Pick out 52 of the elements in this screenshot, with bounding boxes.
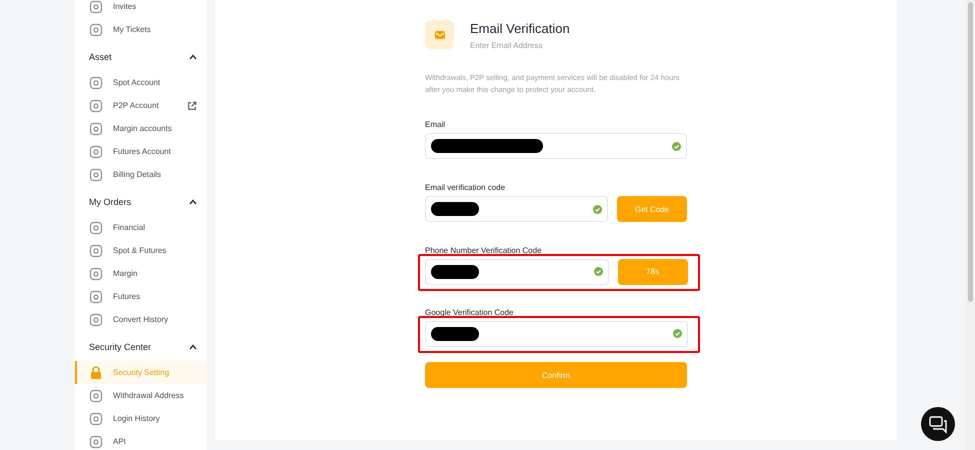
- outline-icon: [89, 144, 103, 158]
- scrollbar[interactable]: [966, 0, 975, 450]
- outline-icon: [89, 412, 103, 426]
- sidebar-item[interactable]: Convert History: [75, 308, 207, 331]
- sidebar-item[interactable]: Futures: [75, 285, 207, 308]
- sidebar-item[interactable]: Futures Account: [75, 140, 207, 163]
- input-field[interactable]: [424, 258, 608, 284]
- outline-icon: [89, 312, 103, 326]
- outline-icon: [89, 220, 103, 234]
- chevron-icon[interactable]: [189, 54, 197, 60]
- sidebar-item[interactable]: Invites: [75, 0, 207, 18]
- section-header[interactable]: Security Center: [89, 342, 152, 352]
- outline-icon: [89, 266, 103, 280]
- external-link-icon[interactable]: [187, 100, 197, 110]
- form-title: Email Verification: [470, 21, 570, 36]
- outline-icon: [89, 290, 103, 304]
- chevron-icon[interactable]: [189, 198, 197, 204]
- form-subtitle: Enter Email Address: [470, 41, 544, 50]
- input-field[interactable]: [425, 133, 687, 159]
- sidebar-item[interactable]: Withdrawal Address: [75, 384, 207, 407]
- section-header[interactable]: Asset: [89, 52, 112, 62]
- outline-icon: [89, 244, 103, 258]
- outline-icon: [89, 98, 103, 112]
- chevron-icon[interactable]: [189, 344, 197, 350]
- lock-icon: [89, 366, 103, 380]
- sidebar-item[interactable]: Margin accounts: [75, 117, 207, 140]
- sidebar-item[interactable]: My Tickets: [75, 18, 207, 41]
- outline-icon: [89, 76, 103, 90]
- chat-icon: [928, 414, 948, 434]
- email-icon: [425, 20, 454, 49]
- sidebar-item[interactable]: Billing Details: [75, 163, 207, 186]
- field-label: Email verification code: [425, 183, 506, 194]
- outline-icon: [89, 0, 103, 14]
- sidebar-item[interactable]: Spot Account: [75, 71, 207, 94]
- outline-icon: [89, 168, 103, 182]
- sidebar-item[interactable]: Login History: [75, 407, 207, 430]
- input-field[interactable]: [424, 320, 688, 346]
- outline-icon: [89, 434, 103, 448]
- sidebar-item[interactable]: Spot & Futures: [75, 239, 207, 262]
- sidebar-item[interactable]: Margin: [75, 262, 207, 285]
- outline-icon: [89, 388, 103, 402]
- chat-button[interactable]: [921, 407, 955, 441]
- field-label: Google Verification Code: [425, 308, 514, 319]
- sidebar-item[interactable]: P2P Account: [75, 94, 207, 117]
- input-field[interactable]: [425, 196, 608, 222]
- field-label: Phone Number Verification Code: [425, 246, 543, 257]
- section-header[interactable]: My Orders: [89, 196, 132, 206]
- sidebar-item[interactable]: Financial: [75, 216, 207, 239]
- outline-icon: [89, 22, 103, 36]
- outline-icon: [89, 122, 103, 136]
- sidebar-item[interactable]: API: [75, 430, 207, 450]
- field-label: Email: [425, 120, 446, 131]
